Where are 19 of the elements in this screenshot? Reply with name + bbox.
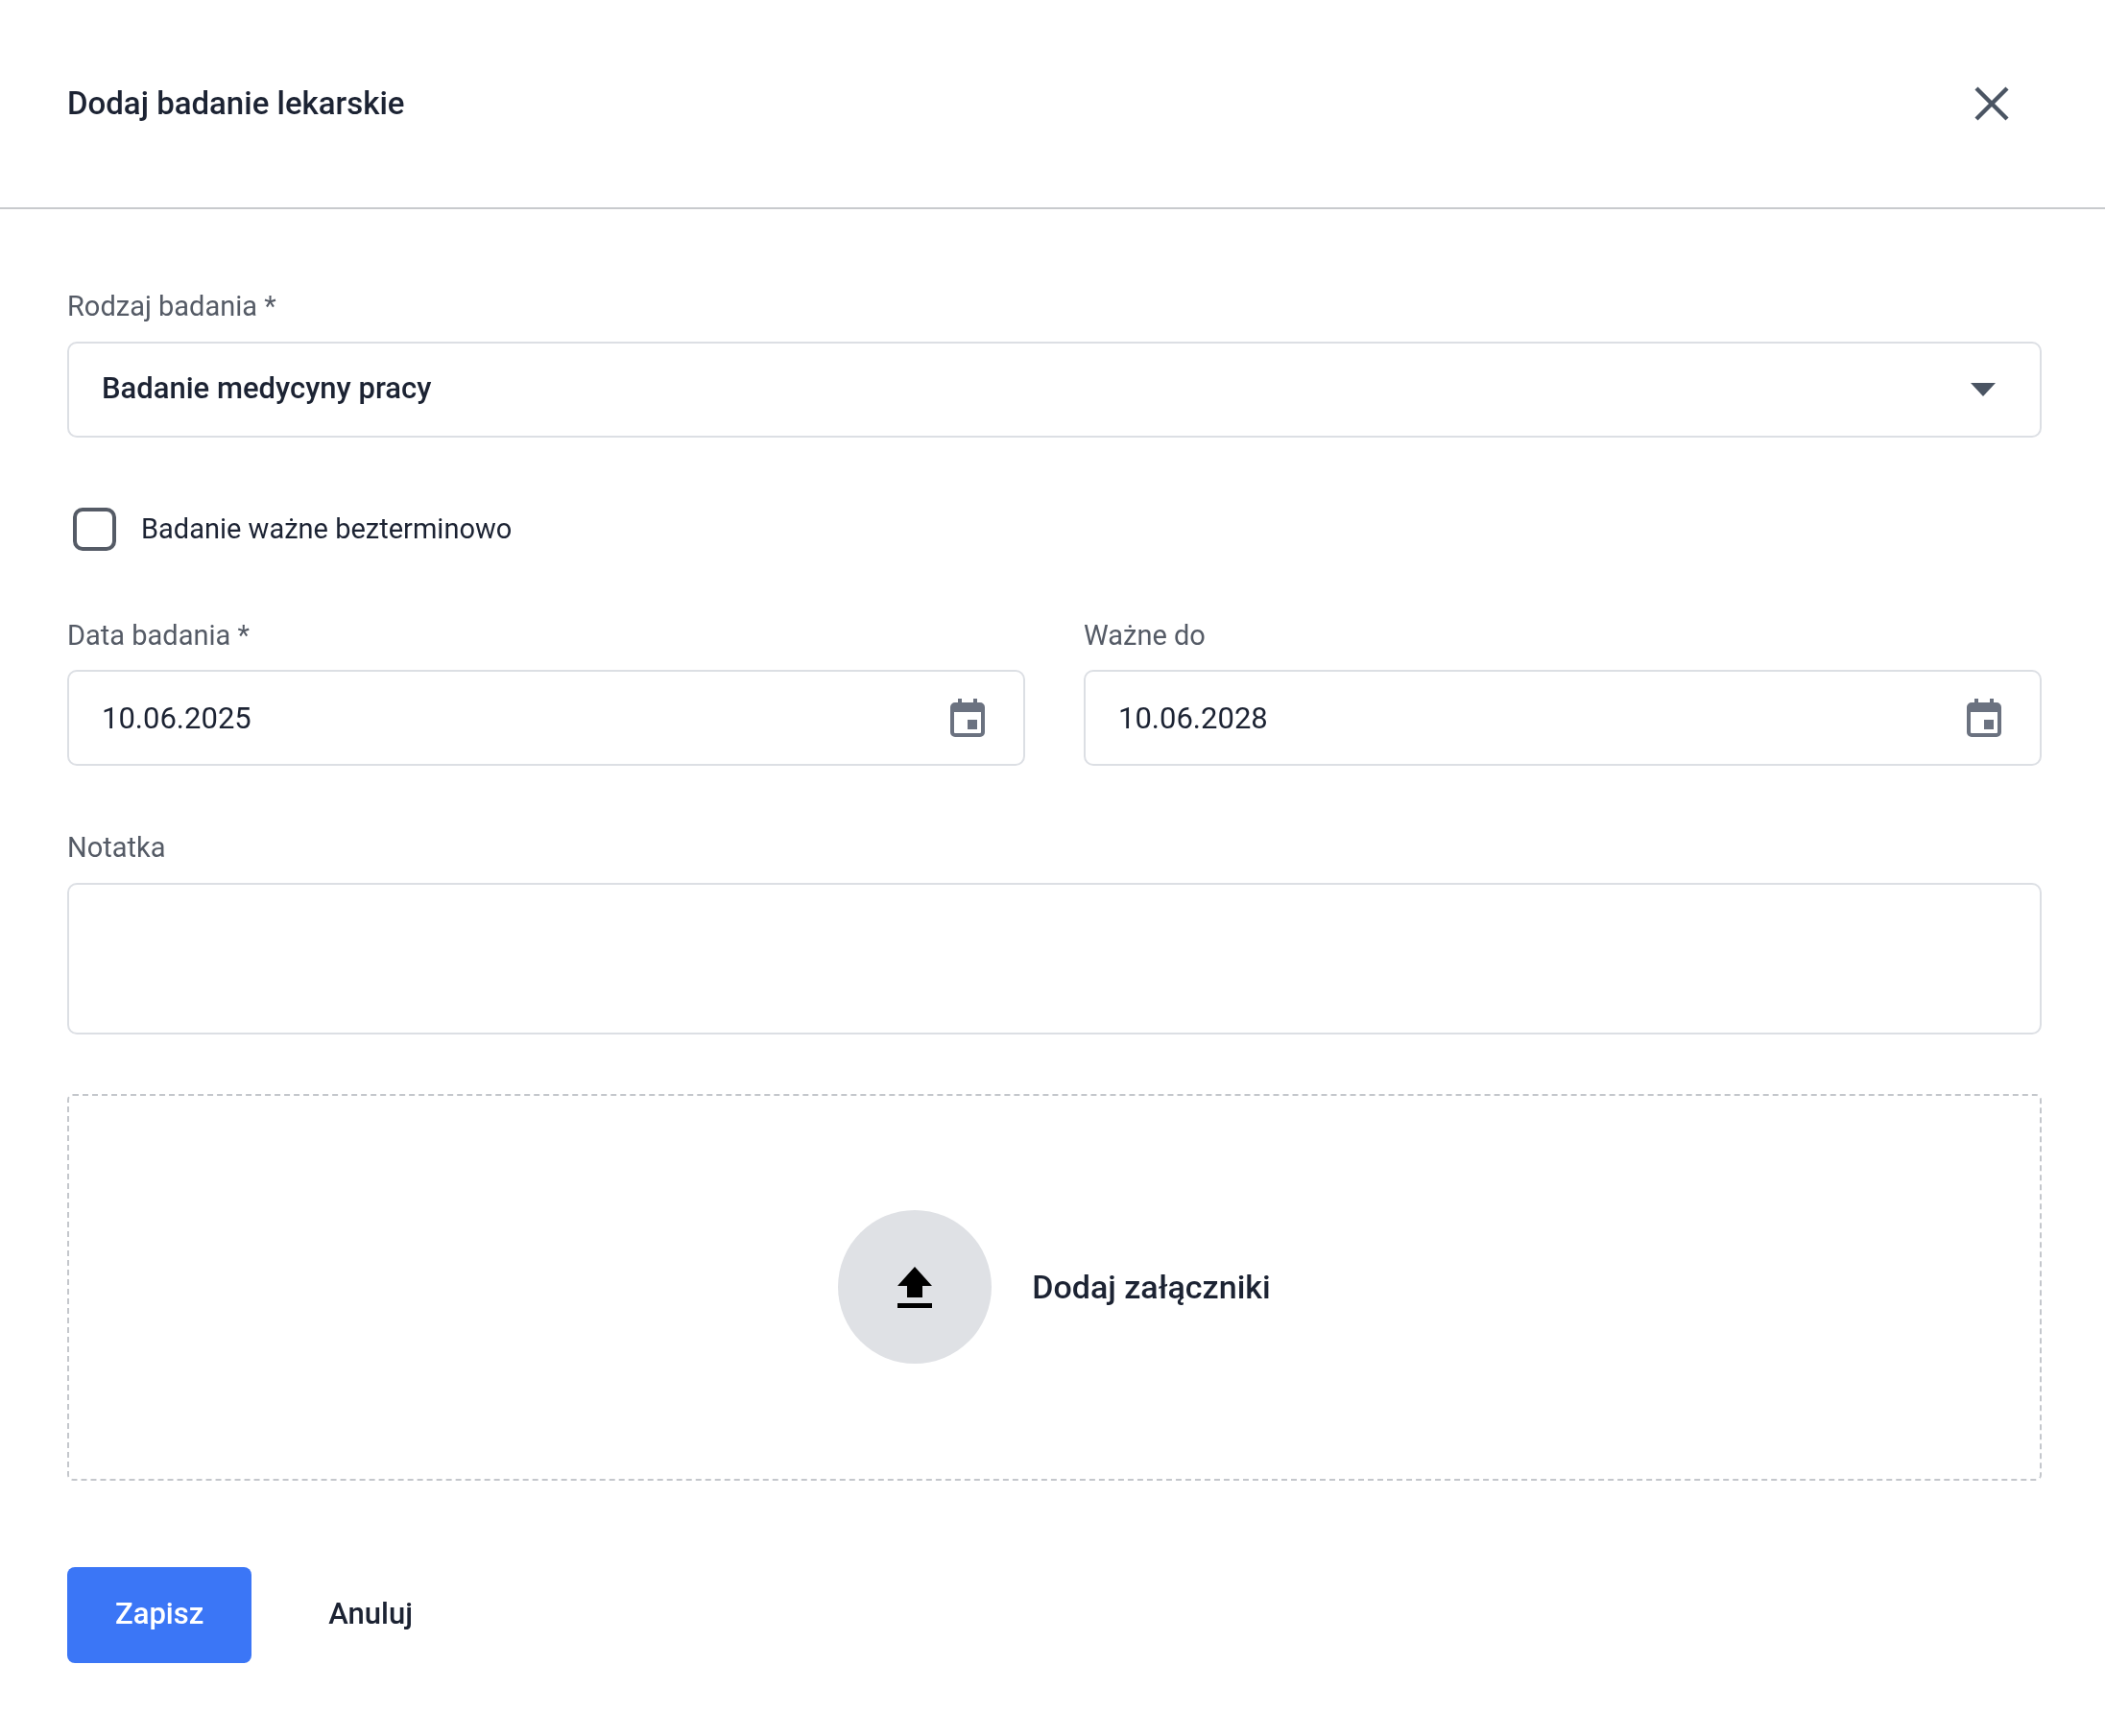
calendar-icon[interactable]: [1965, 697, 2003, 739]
date-field[interactable]: 10.06.2025: [67, 670, 1025, 766]
field-label: Rodzaj badania *: [67, 289, 277, 324]
close-icon[interactable]: [1973, 84, 2011, 123]
cancel-button[interactable]: Anuluj: [309, 1566, 432, 1663]
field-label: Data badania *: [67, 617, 251, 654]
dialog-title: Dodaj badanie lekarskie: [67, 83, 405, 125]
save-button[interactable]: Zapisz: [67, 1566, 252, 1663]
select-field[interactable]: Badanie medycyny pracy: [67, 341, 2042, 438]
field-label: Notatka: [67, 830, 167, 866]
caret-icon: [1971, 382, 1996, 396]
field-label: Ważne do: [1084, 617, 1207, 654]
checkbox[interactable]: [73, 508, 116, 551]
date-field[interactable]: 10.06.2028: [1084, 670, 2042, 766]
upload-dropzone[interactable]: Dodaj załączniki: [67, 1093, 2042, 1481]
checkbox-label: Badanie ważne bezterminowo: [141, 511, 513, 547]
note-field[interactable]: [67, 882, 2042, 1034]
upload-label: Dodaj załączniki: [1032, 1266, 1271, 1308]
calendar-icon[interactable]: [948, 697, 987, 739]
